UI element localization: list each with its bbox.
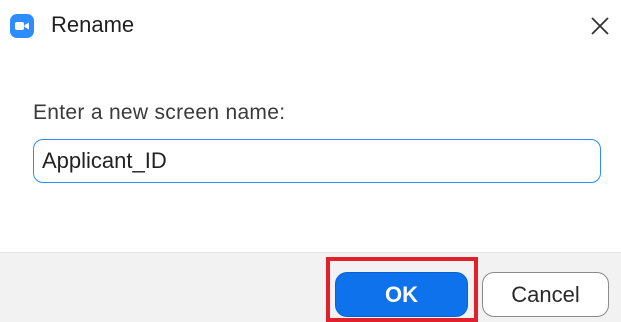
ok-button[interactable]: OK [335,272,468,317]
close-button[interactable] [586,12,614,40]
title-bar: Rename [0,0,621,52]
cancel-button[interactable]: Cancel [482,272,609,317]
close-icon [591,17,609,35]
rename-dialog: Rename Enter a new screen name: OK Cance… [0,0,621,322]
zoom-camera-icon [10,14,34,38]
screen-name-input[interactable] [33,139,601,183]
prompt-label: Enter a new screen name: [33,101,286,124]
dialog-title: Rename [51,12,135,37]
